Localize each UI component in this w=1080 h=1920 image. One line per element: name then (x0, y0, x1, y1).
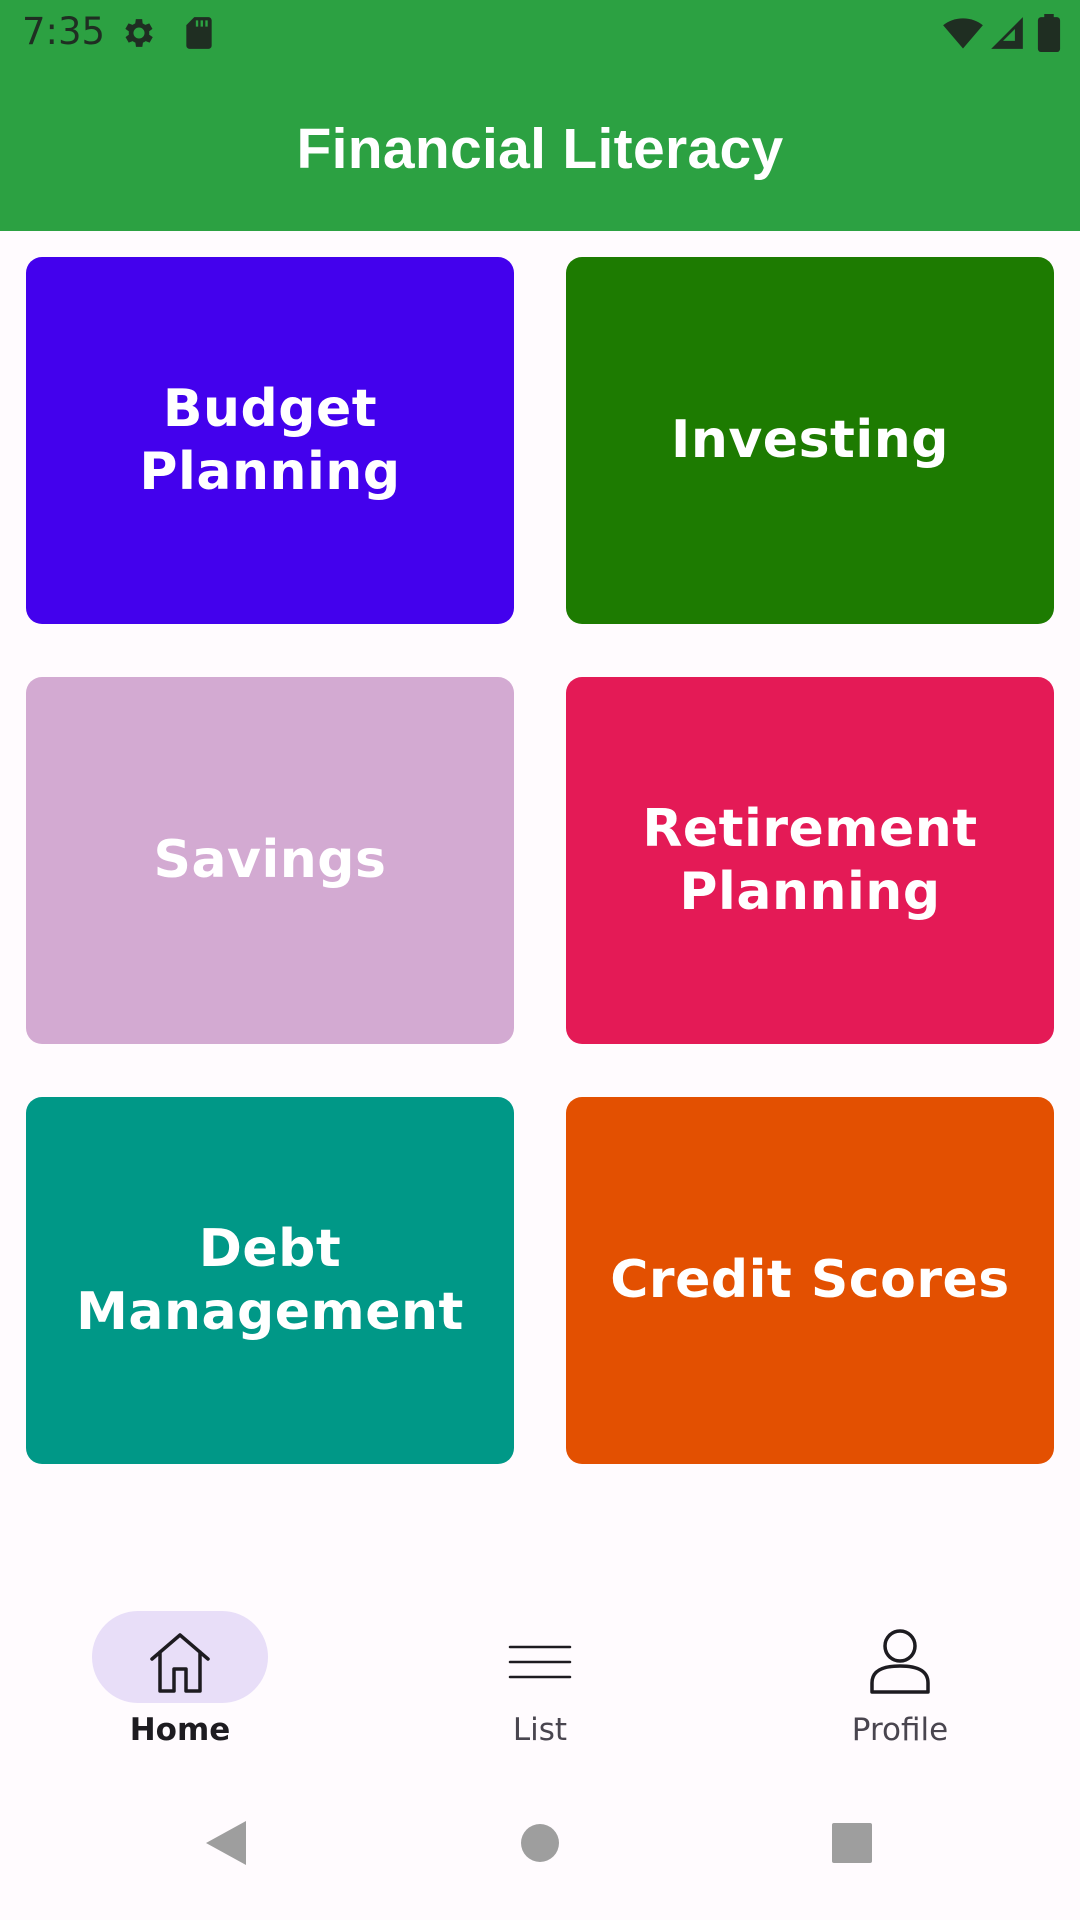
signal-icon (988, 14, 1026, 52)
card-retirement-planning[interactable]: Retirement Planning (566, 677, 1054, 1044)
card-credit-scores[interactable]: Credit Scores (566, 1097, 1054, 1464)
home-icon (144, 1625, 216, 1697)
nav-label-list: List (512, 1712, 568, 1748)
nav-label-home: Home (129, 1712, 231, 1748)
card-debt-management[interactable]: Debt Management (26, 1097, 514, 1464)
nav-label-profile: Profile (851, 1712, 949, 1748)
battery-icon (1036, 14, 1062, 53)
system-navigation-bar (0, 1785, 1080, 1920)
screen: 7:35 Financial Literacy Budget Planning … (0, 0, 1080, 1920)
bottom-navigation: Home List Profile (0, 1585, 1080, 1785)
status-time: 7:35 (22, 10, 106, 53)
card-label: Budget Planning (139, 378, 401, 502)
card-investing[interactable]: Investing (566, 257, 1054, 624)
card-label: Credit Scores (610, 1250, 1010, 1310)
app-bar: Financial Literacy (0, 66, 1080, 231)
gear-icon (120, 14, 158, 52)
sd-card-icon (180, 14, 218, 52)
status-bar: 7:35 (0, 0, 1080, 66)
recents-icon[interactable] (822, 1813, 882, 1873)
nav-item-profile[interactable]: Profile (720, 1585, 1080, 1785)
card-label: Savings (153, 830, 387, 890)
card-label: Investing (671, 410, 949, 470)
nav-item-home[interactable]: Home (0, 1585, 360, 1785)
list-icon (504, 1625, 576, 1697)
wifi-icon (942, 14, 984, 52)
app-title: Financial Literacy (296, 116, 784, 181)
person-icon (864, 1625, 936, 1697)
card-label: Retirement Planning (642, 798, 978, 922)
card-savings[interactable]: Savings (26, 677, 514, 1044)
nav-item-list[interactable]: List (360, 1585, 720, 1785)
card-label: Debt Management (76, 1218, 464, 1342)
home-circle-icon[interactable] (510, 1813, 570, 1873)
category-grid: Budget Planning Investing Savings Retire… (26, 257, 1054, 1464)
back-icon[interactable] (196, 1813, 256, 1873)
card-budget-planning[interactable]: Budget Planning (26, 257, 514, 624)
